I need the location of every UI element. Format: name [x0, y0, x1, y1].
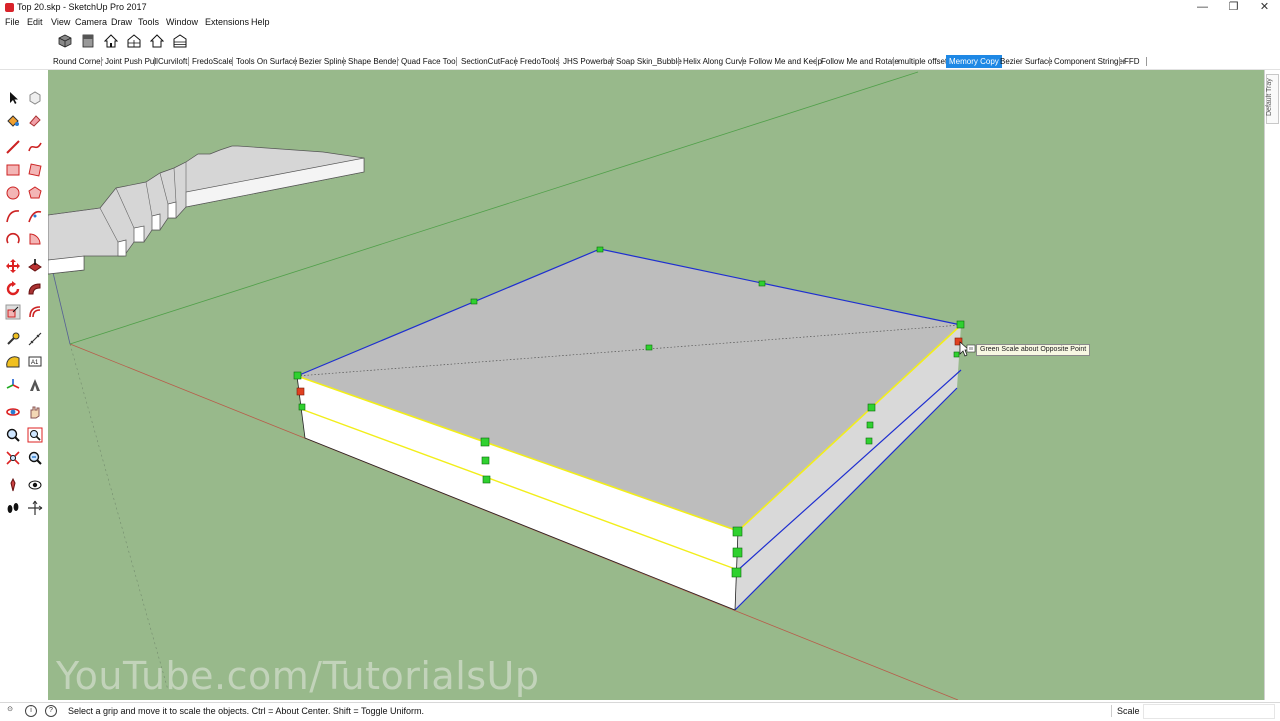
sectioncutface-button[interactable]: SectionCutFace	[458, 55, 521, 68]
three-point-arc-icon[interactable]	[5, 231, 21, 247]
front-view-icon[interactable]	[104, 34, 118, 48]
orbit-icon[interactable]	[5, 404, 21, 420]
restore-button[interactable]: ❐	[1218, 0, 1249, 15]
walk-icon[interactable]	[5, 500, 21, 516]
left-view-icon[interactable]	[173, 34, 187, 48]
jhs-powerbar-button[interactable]: JHS Powerbar	[560, 55, 618, 68]
tools-on-surface-button[interactable]: Tools On Surface	[233, 55, 300, 68]
paint-bucket-icon[interactable]	[5, 112, 21, 128]
views-toolbar	[0, 29, 1280, 54]
joint-push-pull-button[interactable]: Joint Push Pull	[102, 55, 161, 68]
section-plane-icon[interactable]	[27, 500, 43, 516]
iso-view-icon[interactable]	[58, 34, 72, 48]
blue-axis-dashed	[69, 343, 169, 691]
rotated-rectangle-icon[interactable]	[27, 162, 43, 178]
menu-file[interactable]: File	[5, 17, 20, 27]
tape-measure-icon[interactable]	[5, 331, 21, 347]
rotate-icon[interactable]	[5, 281, 21, 297]
circle-icon[interactable]	[5, 185, 21, 201]
menu-extensions[interactable]: Extensions	[205, 17, 249, 27]
sketchup-logo-icon	[5, 3, 14, 12]
menu-bar: File Edit View Camera Draw Tools Window …	[0, 15, 1280, 29]
helix-along-curve-button[interactable]: Helix Along Curve	[680, 55, 750, 68]
axes-icon[interactable]	[5, 377, 21, 393]
box-top-face[interactable]	[297, 249, 961, 531]
right-view-icon[interactable]	[127, 34, 141, 48]
eraser-icon[interactable]	[27, 112, 43, 128]
menu-camera[interactable]: Camera	[75, 17, 107, 27]
push-pull-icon[interactable]	[27, 258, 43, 274]
dimension-icon[interactable]	[27, 331, 43, 347]
line-icon[interactable]	[5, 139, 21, 155]
quad-face-tool-button[interactable]: Quad Face Tool	[398, 55, 460, 68]
move-icon[interactable]	[5, 258, 21, 274]
window-title: Top 20.skp - SketchUp Pro 2017	[17, 2, 147, 12]
3d-text-icon[interactable]	[27, 377, 43, 393]
curviloft-button[interactable]: Curviloft	[155, 55, 190, 68]
follow-me-and-rotate-button[interactable]: Follow Me and Rotate	[818, 55, 902, 68]
svg-text:A1: A1	[31, 360, 39, 366]
credits-icon[interactable]: i	[25, 705, 37, 717]
back-view-icon[interactable]	[150, 34, 164, 48]
menu-tools[interactable]: Tools	[138, 17, 159, 27]
watermark-text: YouTube.com/TutorialsUp	[56, 654, 540, 698]
fredotools-button[interactable]: FredoTools	[517, 55, 563, 68]
top-view-icon[interactable]	[81, 34, 95, 48]
zoom-extents-icon[interactable]	[5, 450, 21, 466]
title-bar: Top 20.skp - SketchUp Pro 2017 — ❐ ✕	[0, 0, 1280, 15]
rectangle-icon[interactable]	[5, 162, 21, 178]
ffd-button[interactable]: FFD	[1121, 55, 1143, 68]
minimize-button[interactable]: —	[1187, 0, 1218, 15]
bezier-spline-button[interactable]: Bezier Spline	[296, 55, 349, 68]
pan-icon[interactable]	[27, 404, 43, 420]
bezier-surface-button[interactable]: Bezier Surface	[997, 55, 1055, 68]
soap-skin-bubble-button[interactable]: Soap Skin_Bubble	[613, 55, 685, 68]
text-icon[interactable]: A1	[27, 354, 43, 370]
memory-copy-button[interactable]: Memory Copy	[946, 55, 1002, 68]
menu-help[interactable]: Help	[251, 17, 270, 27]
status-divider	[1111, 705, 1112, 717]
window-controls: — ❐ ✕	[1187, 0, 1280, 15]
offset-icon[interactable]	[27, 304, 43, 320]
pie-icon[interactable]	[27, 231, 43, 247]
polygon-icon[interactable]	[27, 185, 43, 201]
zoom-window-icon[interactable]	[27, 427, 43, 443]
modeling-viewport[interactable]: Green Scale about Opposite Point YouTube…	[48, 70, 1264, 700]
staircase-model[interactable]	[48, 145, 365, 275]
position-camera-icon[interactable]	[5, 477, 21, 493]
zoom-icon[interactable]	[5, 427, 21, 443]
round-corner-button[interactable]: Round Corner	[50, 55, 106, 68]
status-message: Select a grip and move it to scale the o…	[68, 706, 425, 716]
select-icon[interactable]	[5, 90, 21, 106]
menu-view[interactable]: View	[51, 17, 70, 27]
arc-icon[interactable]	[5, 208, 21, 224]
shape-bender-button[interactable]: Shape Bender	[345, 55, 402, 68]
default-tray-label: Default Tray	[1266, 78, 1273, 116]
measurements-label: Scale	[1117, 706, 1140, 716]
measurements-input[interactable]	[1143, 704, 1275, 719]
scale-icon[interactable]	[5, 304, 21, 320]
two-point-arc-icon[interactable]	[27, 208, 43, 224]
protractor-icon[interactable]	[5, 354, 21, 370]
cursor-pointer-icon	[959, 341, 976, 357]
follow-me-and-keep-button[interactable]: Follow Me and Keep	[746, 55, 825, 68]
multiple-offset-button[interactable]: multiple offset	[895, 55, 950, 68]
look-around-icon[interactable]	[27, 477, 43, 493]
menu-window[interactable]: Window	[166, 17, 198, 27]
previous-view-icon[interactable]	[27, 450, 43, 466]
freehand-icon[interactable]	[27, 139, 43, 155]
scene-canvas[interactable]	[48, 70, 1264, 700]
scaled-box-group[interactable]	[296, 248, 962, 611]
close-button[interactable]: ✕	[1249, 0, 1280, 15]
follow-me-icon[interactable]	[27, 281, 43, 297]
component-stringer-button[interactable]: Component Stringer	[1051, 55, 1129, 68]
fredoscale-button[interactable]: FredoScale	[189, 55, 236, 68]
default-tray-panel	[1264, 70, 1280, 700]
component-icon[interactable]	[27, 90, 43, 106]
menu-draw[interactable]: Draw	[111, 17, 132, 27]
help-icon[interactable]: ?	[45, 705, 57, 717]
scale-tooltip: Green Scale about Opposite Point	[976, 344, 1091, 356]
geo-location-icon[interactable]: ⊙	[5, 705, 15, 715]
menu-edit[interactable]: Edit	[27, 17, 43, 27]
